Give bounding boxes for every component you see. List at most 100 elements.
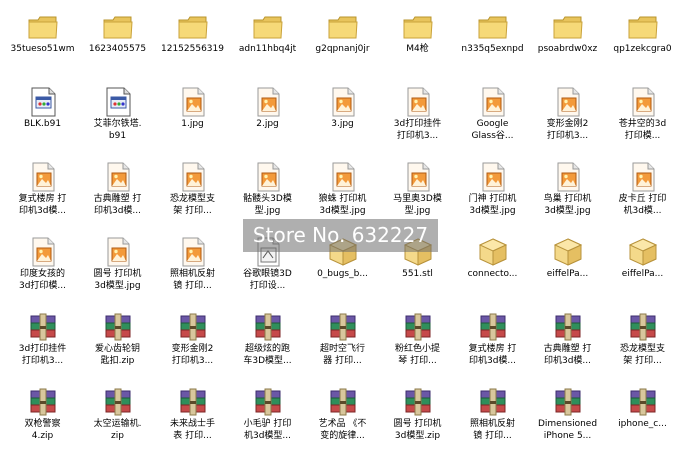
file-item[interactable]: 苍井空的3d 打印模... (605, 78, 680, 152)
rar-archive-icon (327, 311, 359, 343)
file-item[interactable]: 皮卡丘 打印 机3d模... (605, 153, 680, 227)
file-label: 超级炫的跑 车3D模型... (243, 344, 292, 366)
rar-archive-icon (27, 311, 59, 343)
application-file-icon (27, 86, 59, 118)
file-item[interactable]: 恐龙模型支 架 打印... (605, 303, 680, 377)
file-item[interactable]: BLK.b91 (5, 78, 80, 152)
file-item[interactable]: 古典雕塑 打 印机3d模... (80, 153, 155, 227)
image-file-icon (177, 236, 209, 268)
rar-archive-icon (402, 311, 434, 343)
file-item[interactable]: 1623405575 (80, 3, 155, 77)
box-file-icon (477, 236, 509, 268)
file-item[interactable]: 艺术品 《不 变的旋律... (305, 378, 380, 452)
file-item[interactable]: M4枪 (380, 3, 455, 77)
file-item[interactable]: 超级炫的跑 车3D模型... (230, 303, 305, 377)
file-item[interactable]: adn11hbq4jt (230, 3, 305, 77)
file-label: 复式楼房 打 印机3d模... (468, 344, 517, 366)
file-label: 变形金刚2 打印机3... (171, 344, 214, 366)
file-label: 551.stl (402, 269, 433, 279)
rar-archive-icon (627, 311, 659, 343)
file-item[interactable]: 照相机反射 镜 打印... (155, 228, 230, 302)
file-item[interactable]: 骷髅头3D模 型.jpg (230, 153, 305, 227)
file-label: 圆号 打印机 3d模型.zip (393, 419, 442, 441)
file-item[interactable]: n335q5exnpd (455, 3, 530, 77)
file-label: 0_bugs_b... (317, 269, 368, 279)
file-item[interactable]: 鸟巢 打印机 3d模型.jpg (530, 153, 605, 227)
file-label: 复式楼房 打 印机3d模... (18, 194, 67, 216)
file-item[interactable]: 12152556319 (155, 3, 230, 77)
file-item[interactable]: 马里奥3D模 型.jpg (380, 153, 455, 227)
file-item[interactable]: 3d打印挂件 打印机3... (5, 303, 80, 377)
image-file-icon (477, 161, 509, 193)
file-item[interactable]: 35tueso51wm (5, 3, 80, 77)
rar-archive-icon (102, 386, 134, 418)
file-item[interactable]: 门神 打印机 3d模型.jpg (455, 153, 530, 227)
file-item[interactable]: 双枪警察 4.zip (5, 378, 80, 452)
folder-icon (477, 11, 509, 43)
file-label: 古典雕塑 打 印机3d模... (543, 344, 592, 366)
file-item[interactable]: 变形金刚2 打印机3... (530, 78, 605, 152)
file-label: 1.jpg (181, 119, 204, 129)
file-item[interactable]: 变形金刚2 打印机3... (155, 303, 230, 377)
folder-icon (27, 11, 59, 43)
image-file-icon (252, 161, 284, 193)
file-item[interactable]: eiffelPa... (530, 228, 605, 302)
file-item[interactable]: connecto... (455, 228, 530, 302)
file-item[interactable]: iphone_c... (605, 378, 680, 452)
file-label: 粉红色小提 琴 打印... (394, 344, 440, 366)
file-item[interactable]: 狼蛛 打印机 3d模型.jpg (305, 153, 380, 227)
file-label: 骷髅头3D模 型.jpg (243, 194, 292, 216)
file-label: 照相机反射 镜 打印... (469, 419, 515, 441)
file-item[interactable]: 古典雕塑 打 印机3d模... (530, 303, 605, 377)
folder-icon (627, 11, 659, 43)
file-item[interactable]: 艾菲尔铁塔. b91 (80, 78, 155, 152)
file-item[interactable]: 1.jpg (155, 78, 230, 152)
file-item[interactable]: 超时空飞行 器 打印... (305, 303, 380, 377)
image-file-icon (27, 236, 59, 268)
file-label: qp1zekcgra0 (613, 44, 672, 54)
file-label: 古典雕塑 打 印机3d模... (93, 194, 142, 216)
file-label: g2qpnanj0jr (315, 44, 370, 54)
folder-icon (402, 11, 434, 43)
file-item[interactable]: 3d打印挂件 打印机3... (380, 78, 455, 152)
rar-archive-icon (552, 386, 584, 418)
folder-icon (177, 11, 209, 43)
file-item[interactable]: 3.jpg (305, 78, 380, 152)
store-watermark: Store No. 632227 (243, 219, 438, 252)
file-label: 恐龙模型支 架 打印... (619, 344, 665, 366)
file-item[interactable]: 爱心齿轮钥 匙扣.zip (80, 303, 155, 377)
file-item[interactable]: 照相机反射 镜 打印... (455, 378, 530, 452)
file-item[interactable]: 印度女孩的 3d打印模... (5, 228, 80, 302)
file-label: psoabrdw0xz (537, 44, 598, 54)
rar-archive-icon (27, 386, 59, 418)
file-item[interactable]: 复式楼房 打 印机3d模... (455, 303, 530, 377)
file-item[interactable]: 粉红色小提 琴 打印... (380, 303, 455, 377)
file-item[interactable]: 小毛驴 打印 机3d模型... (230, 378, 305, 452)
file-item[interactable]: 太空运输机. zip (80, 378, 155, 452)
file-item[interactable]: 恐龙模型支 架 打印... (155, 153, 230, 227)
image-file-icon (552, 86, 584, 118)
file-item[interactable]: Google Glass谷... (455, 78, 530, 152)
file-item[interactable]: 圆号 打印机 3d模型.zip (380, 378, 455, 452)
file-label: 未来战士手 表 打印... (169, 419, 215, 441)
file-item[interactable]: 未来战士手 表 打印... (155, 378, 230, 452)
file-item[interactable]: psoabrdw0xz (530, 3, 605, 77)
file-label: 12152556319 (161, 44, 224, 54)
file-item[interactable]: g2qpnanj0jr (305, 3, 380, 77)
file-label: eiffelPa... (546, 269, 589, 279)
file-label: 马里奥3D模 型.jpg (393, 194, 442, 216)
file-item[interactable]: Dimensioned iPhone 5... (530, 378, 605, 452)
file-label: 双枪警察 4.zip (24, 419, 61, 441)
rar-archive-icon (252, 311, 284, 343)
file-label: 变形金刚2 打印机3... (546, 119, 589, 141)
file-label: BLK.b91 (23, 119, 62, 129)
file-item[interactable]: 2.jpg (230, 78, 305, 152)
file-label: M4枪 (406, 44, 429, 54)
file-label: 爱心齿轮钥 匙扣.zip (94, 344, 140, 366)
box-file-icon (627, 236, 659, 268)
file-item[interactable]: 圆号 打印机 3d模型.jpg (80, 228, 155, 302)
box-file-icon (552, 236, 584, 268)
file-item[interactable]: 复式楼房 打 印机3d模... (5, 153, 80, 227)
file-item[interactable]: eiffelPa... (605, 228, 680, 302)
file-item[interactable]: qp1zekcgra0 (605, 3, 680, 77)
